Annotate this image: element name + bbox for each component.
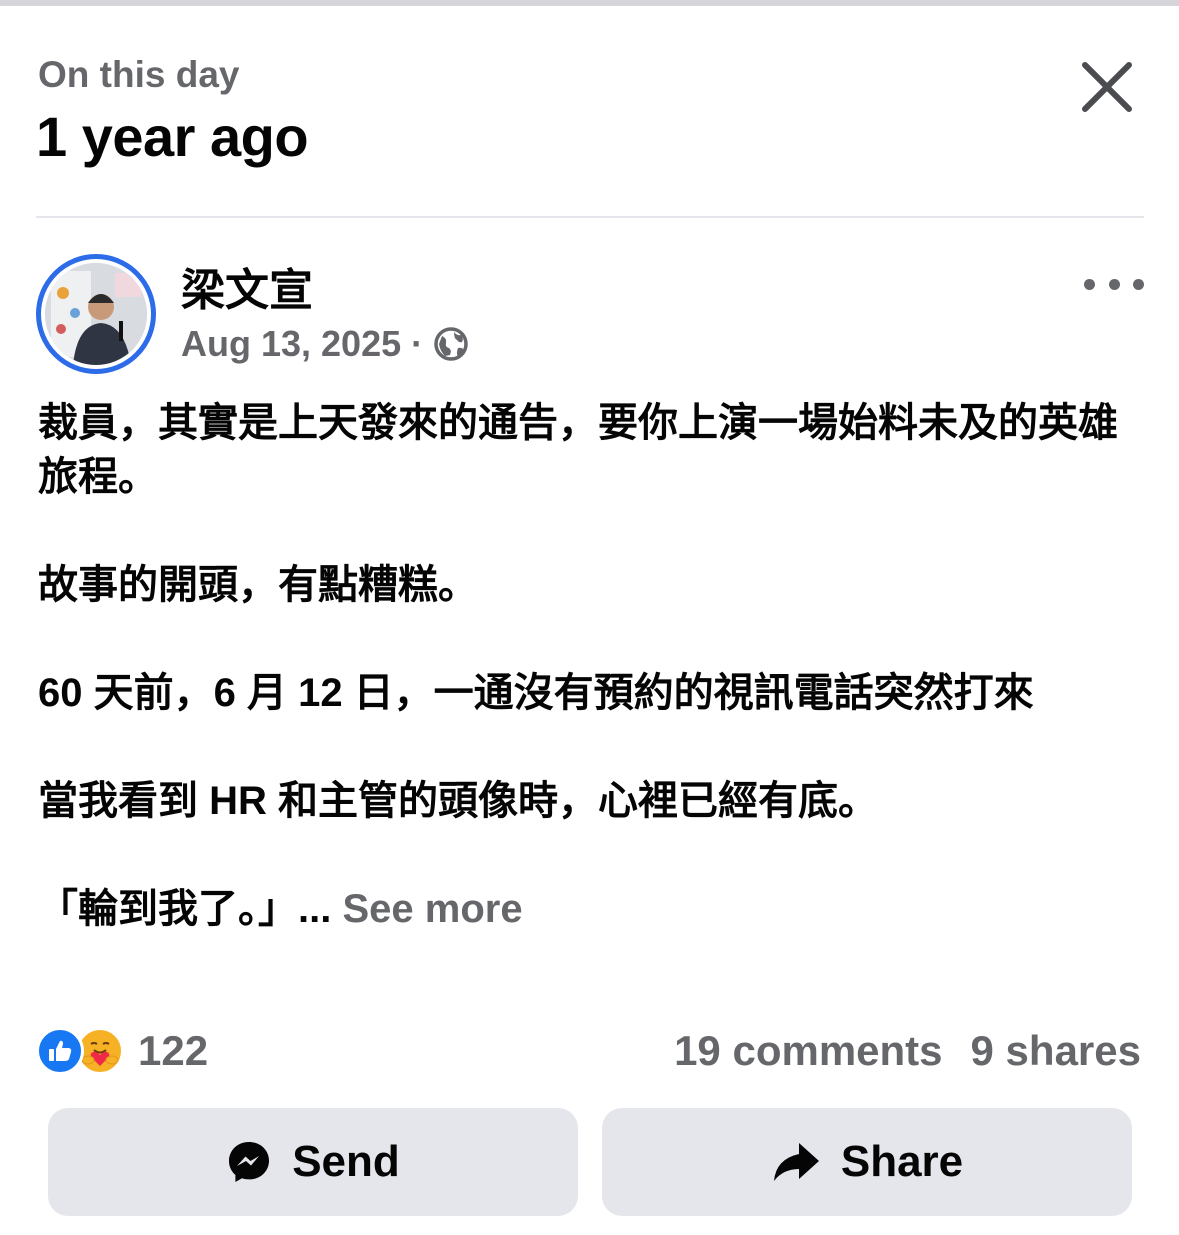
post-paragraph: 當我看到 HR 和主管的頭像時，心裡已經有底。 <box>38 779 878 823</box>
close-icon <box>1082 62 1132 112</box>
avatar <box>45 263 147 365</box>
see-more-link[interactable]: See more <box>342 887 522 931</box>
more-options-button[interactable] <box>1084 270 1144 298</box>
engagement-stats: 19 comments 9 shares <box>674 1024 1141 1078</box>
post-paragraph: 60 天前，6 月 12 日，一通沒有預約的視訊電話突然打來 <box>38 671 1034 715</box>
top-sheet-edge <box>0 0 1179 6</box>
share-arrow-icon <box>773 1143 819 1181</box>
messenger-icon <box>229 1142 270 1182</box>
shares-count-link[interactable]: 9 shares <box>971 1027 1141 1075</box>
more-dot-icon <box>1108 278 1120 290</box>
reactions-summary[interactable]: 122 <box>36 1024 208 1078</box>
meta-separator: · <box>411 323 424 364</box>
post-date[interactable]: Aug 13, 2025 <box>181 323 401 365</box>
post-paragraph: 故事的開頭，有點糟糕。 <box>38 563 478 607</box>
comments-count-link[interactable]: 19 comments <box>674 1027 942 1075</box>
globe-icon <box>434 327 468 361</box>
more-dot-icon <box>1084 278 1095 290</box>
share-button[interactable]: Share <box>602 1108 1132 1216</box>
send-label: Send <box>292 1137 400 1186</box>
share-label: Share <box>840 1137 964 1186</box>
close-button[interactable] <box>1074 54 1140 120</box>
author-avatar-button[interactable] <box>36 254 156 374</box>
author-name[interactable]: 梁文宣 <box>181 266 313 316</box>
post-text: 裁員，其實是上天發來的通告，要你上演一場始料未及的英雄旅程。 故事的開頭，有點糟… <box>38 396 1138 936</box>
post-paragraph-last: 「輪到我了。」... See more <box>38 882 1138 936</box>
post-meta: Aug 13, 2025 · <box>181 322 469 366</box>
header-divider <box>36 216 1144 218</box>
avatar-photo <box>45 263 147 365</box>
post-paragraph: 裁員，其實是上天發來的通告，要你上演一場始料未及的英雄旅程。 <box>38 401 1118 499</box>
memory-kicker: On this day <box>38 54 240 95</box>
like-icon <box>36 1027 84 1075</box>
post-last-line: 「輪到我了。」... <box>38 887 332 931</box>
memory-title: 1 year ago <box>36 105 309 168</box>
send-button[interactable]: Send <box>48 1108 578 1216</box>
reaction-count: 122 <box>138 1027 209 1074</box>
more-dot-icon <box>1133 278 1144 290</box>
